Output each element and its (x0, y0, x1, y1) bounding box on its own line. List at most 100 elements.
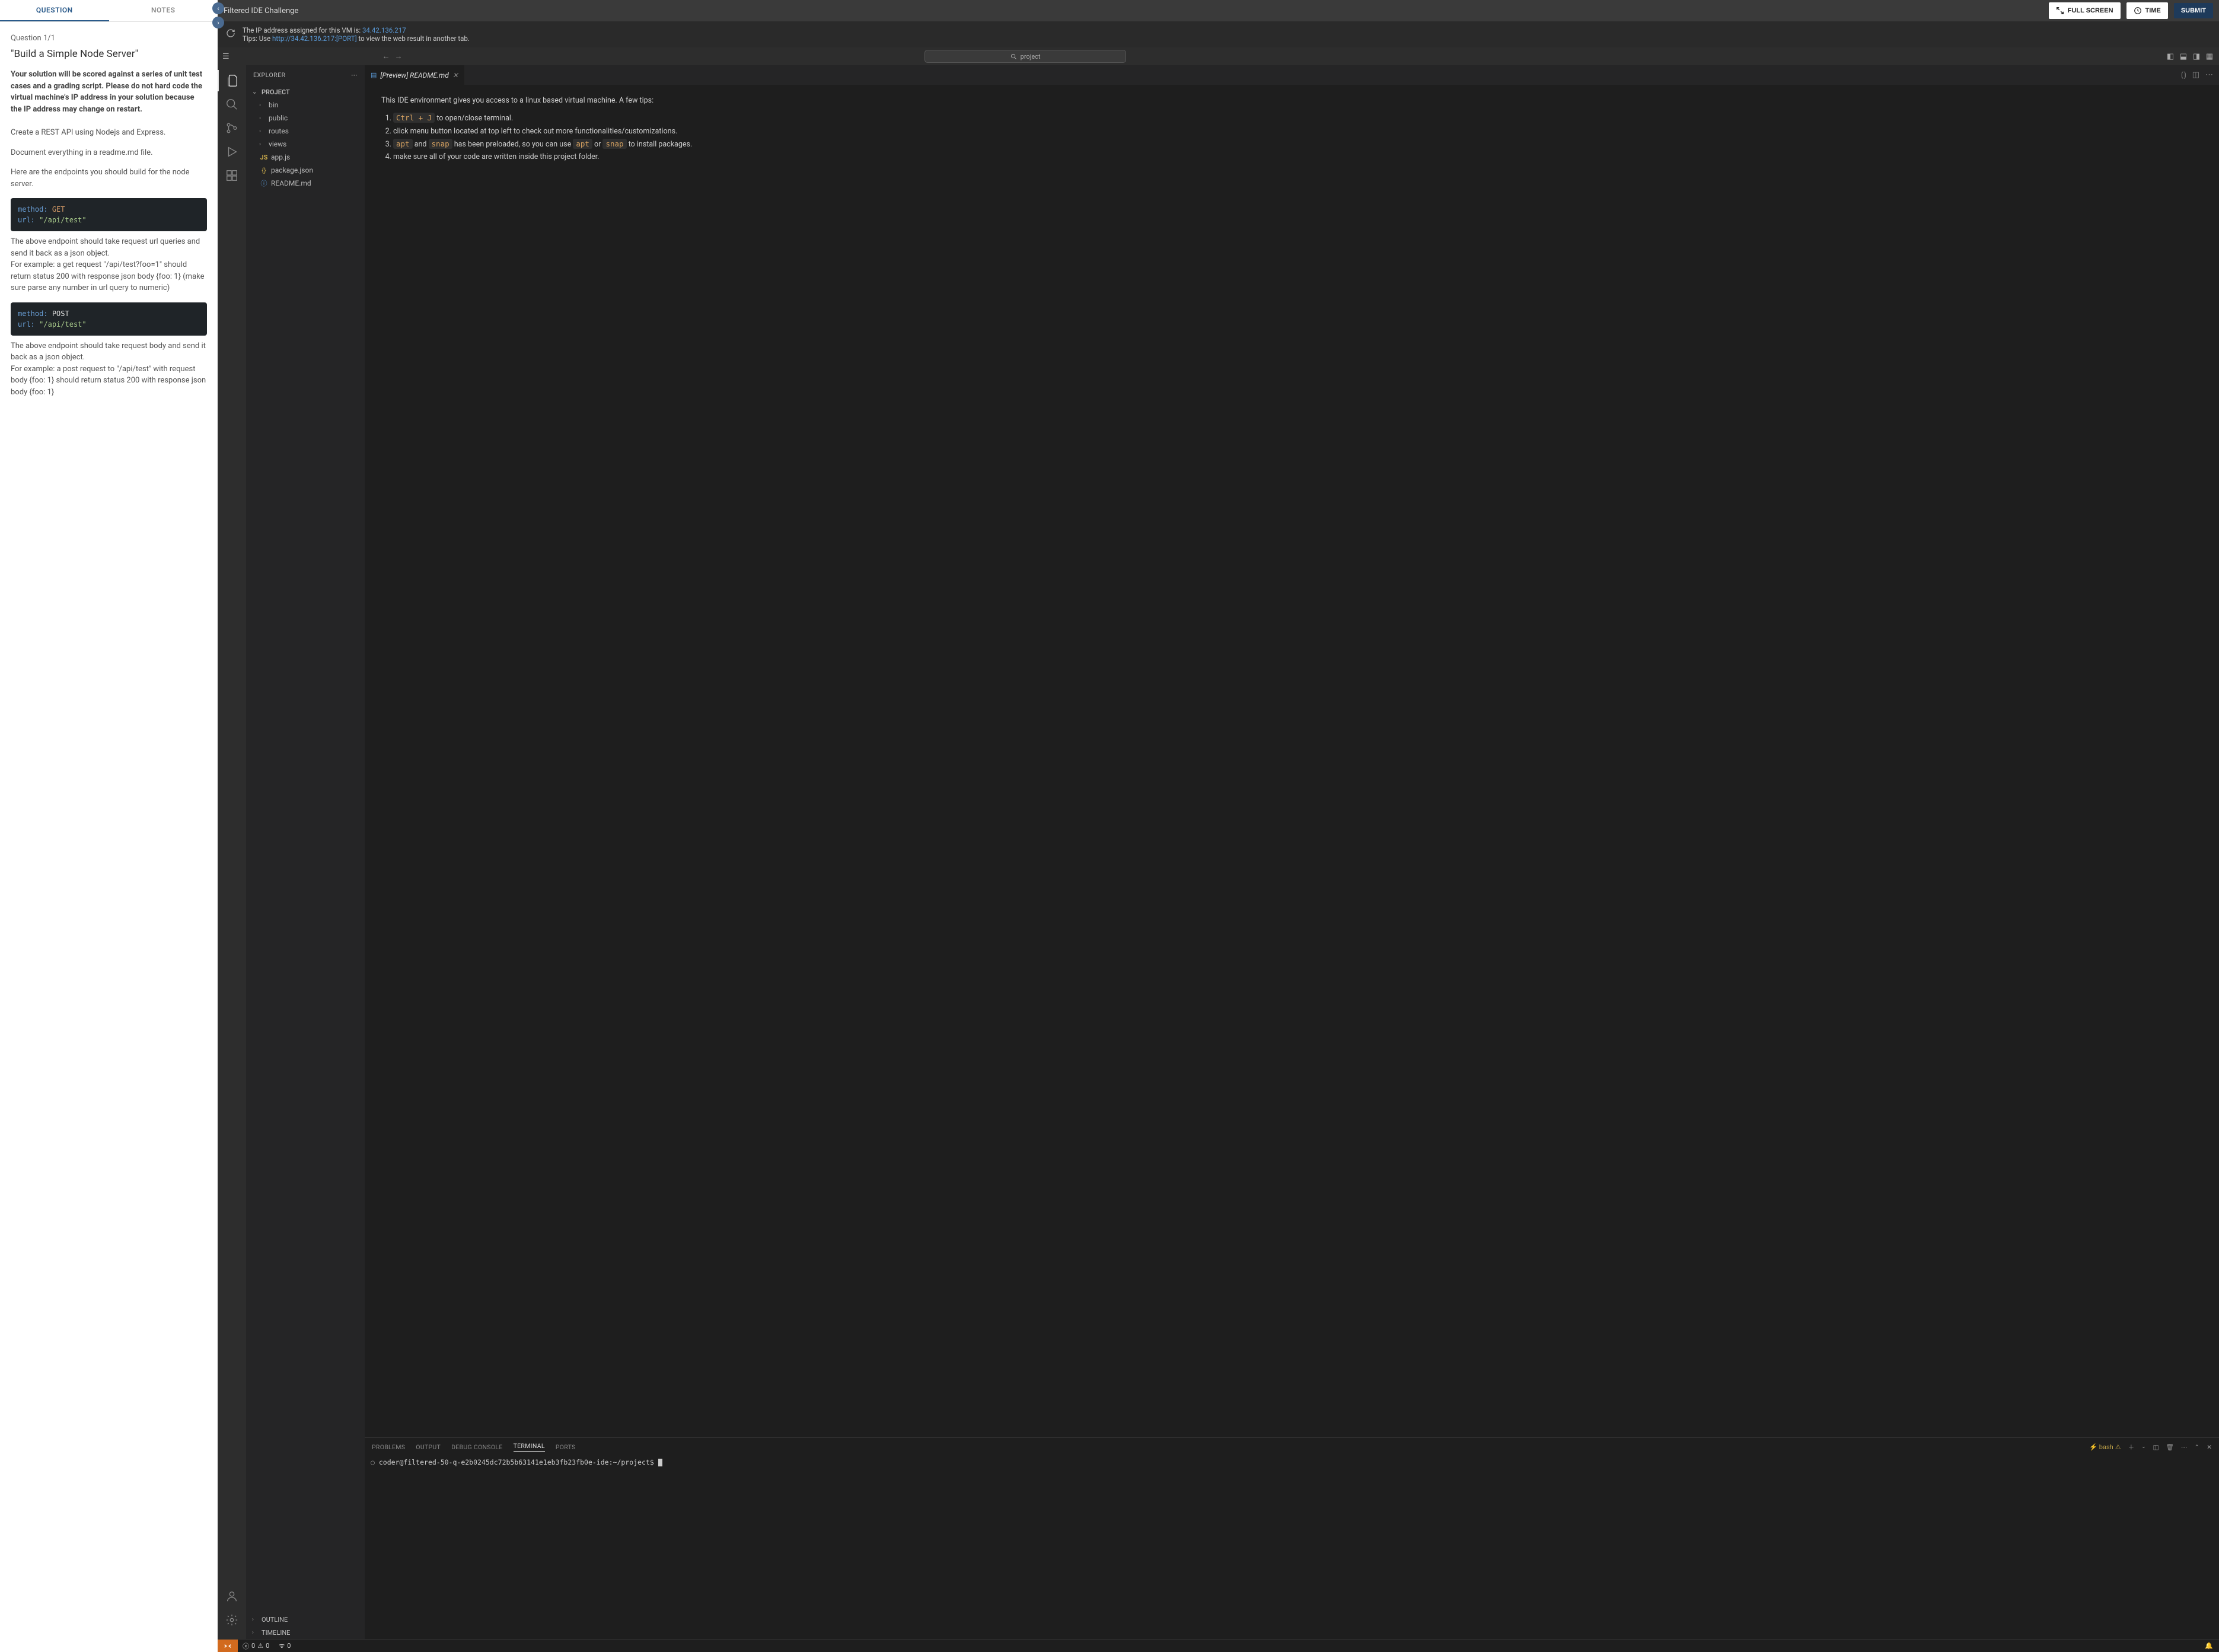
editor-area: ▤ [Preview] README.md ✕ ⟮⟯ ◫ ⋯ This IDE … (365, 65, 2219, 1639)
gear-icon (225, 1613, 238, 1627)
tab-problems[interactable]: PROBLEMS (372, 1443, 405, 1451)
activity-bar (218, 65, 246, 1639)
status-bar: ⓧ0 ⚠0 ᯤ0 🔔 (218, 1639, 2219, 1652)
tab-terminal[interactable]: TERMINAL (514, 1442, 545, 1452)
extensions-icon (225, 169, 238, 182)
question-para: Document everything in a readme.md file. (11, 147, 207, 159)
reload-icon[interactable] (226, 28, 235, 40)
activity-source-control[interactable] (218, 117, 246, 139)
toggle-primary-sidebar-icon[interactable]: ◧ (2166, 52, 2175, 61)
full-screen-button[interactable]: FULL SCREEN (2049, 2, 2121, 19)
terminal-panel: PROBLEMS OUTPUT DEBUG CONSOLE TERMINAL P… (365, 1437, 2219, 1639)
command-center-search[interactable]: project (924, 50, 1126, 63)
question-panel: QUESTION NOTES Question 1/1 "Build a Sim… (0, 0, 218, 1652)
question-para: For example: a post request to "/api/tes… (11, 363, 207, 398)
collapse-left-icon[interactable]: ‹ (212, 2, 224, 14)
show-source-icon[interactable]: ⟮⟯ (2181, 71, 2186, 79)
explorer-sidebar: EXPLORER ⋯ ⌄PROJECT ›bin ›public ›routes… (246, 65, 365, 1639)
terminal-body[interactable]: ○ coder@filtered-50-q-e2b0245dc72b5b6314… (365, 1456, 2219, 1639)
tab-debug-console[interactable]: DEBUG CONSOLE (451, 1443, 503, 1451)
bell-icon: 🔔 (2205, 1642, 2213, 1650)
question-content: Question 1/1 "Build a Simple Node Server… (0, 22, 218, 409)
submit-button[interactable]: SUBMIT (2174, 3, 2213, 18)
preview-intro: This IDE environment gives you access to… (381, 94, 2202, 107)
tree-folder-public[interactable]: ›public (246, 111, 365, 125)
tree-folder-routes[interactable]: ›routes (246, 125, 365, 138)
clock-icon (2134, 7, 2142, 15)
more-icon[interactable]: ⋯ (2205, 71, 2213, 79)
terminal-more-icon[interactable]: ⋯ (2181, 1443, 2188, 1451)
activity-debug[interactable] (218, 141, 246, 162)
tree-file-appjs[interactable]: JSapp.js (246, 151, 365, 164)
git-icon (225, 122, 238, 135)
new-terminal-icon[interactable]: ＋ (2128, 1443, 2135, 1452)
tree-file-package-json[interactable]: {}package.json (246, 164, 365, 177)
banner-text: to view the web result in another tab. (357, 34, 470, 43)
vm-url-link[interactable]: http://34.42.136.217:[PORT] (272, 34, 357, 43)
kill-terminal-icon[interactable]: 🗑 (2166, 1443, 2174, 1451)
split-editor-icon[interactable]: ◫ (2192, 71, 2199, 79)
nav-back-icon[interactable]: ← (382, 52, 390, 61)
question-tabs: QUESTION NOTES (0, 0, 218, 22)
tree-folder-bin[interactable]: ›bin (246, 98, 365, 111)
tree-project-root[interactable]: ⌄PROJECT (246, 85, 365, 98)
activity-search[interactable] (218, 94, 246, 115)
question-para: Create a REST API using Nodejs and Expre… (11, 127, 207, 139)
activity-explorer[interactable] (218, 70, 246, 91)
tab-output[interactable]: OUTPUT (416, 1443, 441, 1451)
tree-folder-views[interactable]: ›views (246, 138, 365, 151)
error-icon: ⓧ (243, 1641, 249, 1651)
shell-label[interactable]: ⚡bash ⚠ (2089, 1443, 2121, 1451)
nav-forward-icon[interactable]: → (395, 52, 403, 61)
close-icon[interactable]: ✕ (452, 71, 458, 79)
markdown-preview: This IDE environment gives you access to… (365, 85, 2219, 1437)
preview-list-item: click menu button located at top left to… (393, 125, 2202, 138)
question-title: "Build a Simple Node Server" (11, 47, 207, 62)
toggle-panel-icon[interactable]: ⬓ (2179, 52, 2188, 61)
vm-ip-link[interactable]: 34.42.136.217 (362, 26, 406, 34)
status-problems[interactable]: ⓧ0 ⚠0 (238, 1641, 274, 1651)
tab-notes[interactable]: NOTES (109, 0, 218, 21)
status-ports[interactable]: ᯤ0 (274, 1641, 295, 1650)
time-button[interactable]: TIME (2126, 2, 2168, 19)
status-notifications[interactable]: 🔔 (2200, 1642, 2219, 1650)
outline-pane[interactable]: ›OUTLINE (246, 1613, 365, 1626)
debug-icon (225, 145, 238, 158)
collapse-right-icon[interactable]: › (212, 17, 224, 28)
close-panel-icon[interactable]: ✕ (2207, 1443, 2212, 1451)
more-icon[interactable]: ⋯ (351, 71, 358, 79)
preview-list-item: Ctrl + J to open/close terminal. (393, 111, 2202, 125)
menu-icon[interactable]: ☰ (222, 52, 229, 61)
search-icon (1010, 53, 1017, 60)
files-icon (226, 74, 239, 87)
preview-icon: ▤ (371, 71, 377, 79)
editor-tabs: ▤ [Preview] README.md ✕ ⟮⟯ ◫ ⋯ (365, 65, 2219, 85)
tree-file-readme[interactable]: ⓘREADME.md (246, 177, 365, 190)
account-icon (225, 1590, 238, 1603)
activity-settings[interactable] (218, 1609, 246, 1631)
activity-extensions[interactable] (218, 165, 246, 186)
fullscreen-icon (2056, 7, 2064, 15)
terminal-prompt: coder@filtered-50-q-e2b0245dc72b5b63141e… (379, 1458, 658, 1466)
toggle-secondary-sidebar-icon[interactable]: ◨ (2192, 52, 2201, 61)
search-icon (225, 98, 238, 111)
terminal-tabs: PROBLEMS OUTPUT DEBUG CONSOLE TERMINAL P… (365, 1438, 2219, 1456)
maximize-panel-icon[interactable]: ⌃ (2194, 1443, 2199, 1451)
right-panel: Filtered IDE Challenge FULL SCREEN TIME … (218, 0, 2219, 1652)
split-terminal-icon[interactable]: ◫ (2153, 1443, 2159, 1451)
remote-indicator[interactable] (218, 1640, 238, 1652)
terminal-dropdown-icon[interactable]: ⌄ (2141, 1444, 2146, 1450)
activity-account[interactable] (218, 1586, 246, 1607)
layout-controls: ◧ ⬓ ◨ ▦ (2166, 52, 2214, 61)
ide-container: ☰ ← → project ◧ ⬓ ◨ ▦ (218, 47, 2219, 1652)
antenna-icon: ᯤ (279, 1641, 285, 1650)
tab-question[interactable]: QUESTION (0, 0, 109, 21)
customize-layout-icon[interactable]: ▦ (2205, 52, 2214, 61)
question-number: Question 1/1 (11, 33, 207, 44)
panel-collapse-controls: ‹ › (212, 2, 224, 28)
timeline-pane[interactable]: ›TIMELINE (246, 1626, 365, 1639)
tab-ports[interactable]: PORTS (556, 1443, 576, 1451)
explorer-tree: ⌄PROJECT ›bin ›public ›routes ›views JSa… (246, 84, 365, 1613)
code-block-get: method: GET url: "/api/test" (11, 198, 207, 231)
editor-tab-readme[interactable]: ▤ [Preview] README.md ✕ (365, 65, 465, 85)
